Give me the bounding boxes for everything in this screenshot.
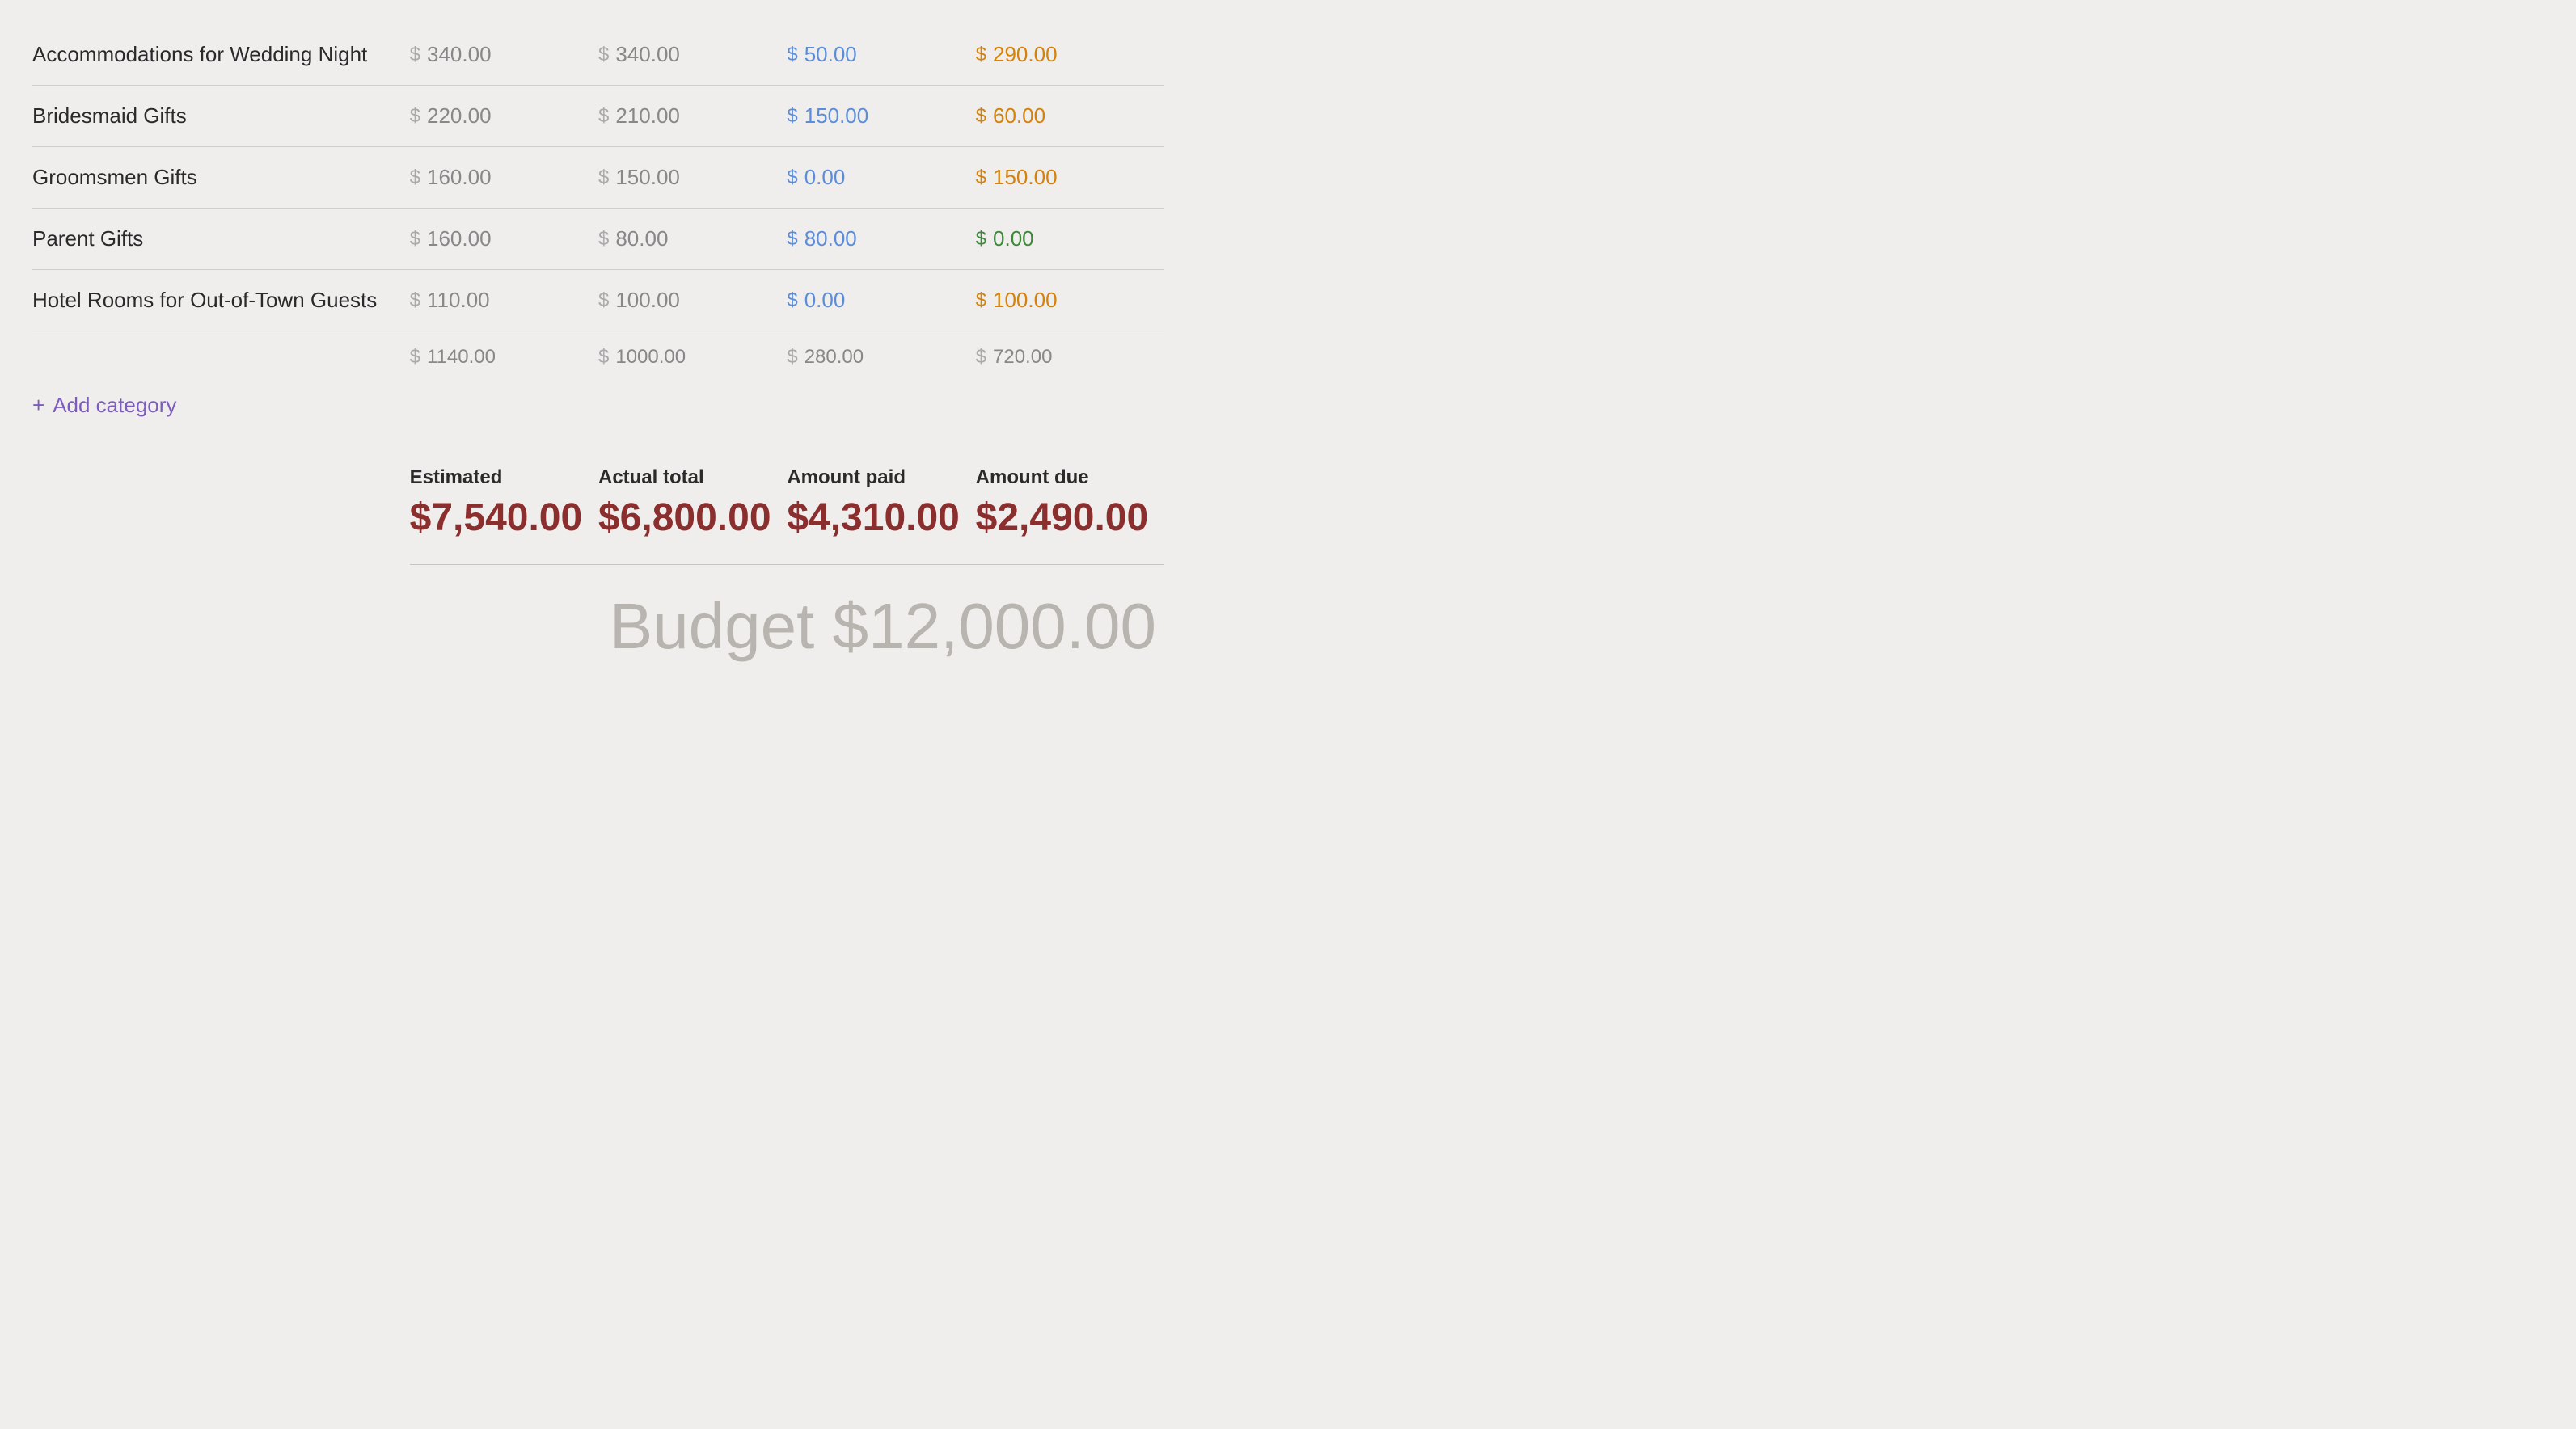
paid-amount: $ 0.00 [787, 165, 975, 190]
dollar-icon: $ [976, 44, 986, 66]
category-name: Groomsmen Gifts [32, 165, 410, 190]
dollar-icon: $ [598, 167, 609, 189]
actual-amount: $ 340.00 [598, 42, 787, 67]
table-row: Hotel Rooms for Out-of-Town Guests $ 110… [32, 270, 1164, 331]
paid-amount: $ 80.00 [787, 226, 975, 251]
actual-amount: $ 100.00 [598, 288, 787, 313]
actual-amount: $ 80.00 [598, 226, 787, 251]
dollar-icon: $ [410, 44, 420, 66]
summary-section: Estimated $7,540.00 Actual total $6,800.… [32, 442, 1164, 556]
due-amount: $ 0.00 [976, 226, 1164, 251]
estimated-amount: $ 340.00 [410, 42, 598, 67]
dollar-icon: $ [598, 44, 609, 66]
actual-amount: $ 150.00 [598, 165, 787, 190]
dollar-icon: $ [598, 105, 609, 128]
estimated-amount: $ 160.00 [410, 226, 598, 251]
table-row: Groomsmen Gifts $ 160.00 $ 150.00 $ 0.00… [32, 147, 1164, 209]
dollar-icon: $ [598, 228, 609, 251]
dollar-icon: $ [410, 167, 420, 189]
dollar-icon: $ [787, 105, 797, 128]
total-actual: $ 1000.00 [598, 346, 787, 369]
summary-divider [410, 564, 1164, 565]
table-row: Parent Gifts $ 160.00 $ 80.00 $ 80.00 $ … [32, 209, 1164, 270]
dollar-icon: $ [976, 289, 986, 312]
paid-amount: $ 0.00 [787, 288, 975, 313]
dollar-icon: $ [787, 289, 797, 312]
summary-due: Amount due $2,490.00 [976, 466, 1164, 540]
dollar-icon: $ [410, 228, 420, 251]
dollar-icon: $ [787, 44, 797, 66]
category-name: Accommodations for Wedding Night [32, 42, 410, 67]
estimated-amount: $ 110.00 [410, 288, 598, 313]
paid-amount: $ 150.00 [787, 103, 975, 129]
dollar-icon: $ [976, 167, 986, 189]
dollar-icon: $ [976, 105, 986, 128]
plus-icon: + [32, 393, 44, 418]
dollar-icon: $ [598, 289, 609, 312]
due-amount: $ 60.00 [976, 103, 1164, 129]
summary-actual: Actual total $6,800.00 [598, 466, 787, 540]
dollar-icon: $ [787, 228, 797, 251]
total-due: $ 720.00 [976, 346, 1164, 369]
dollar-icon: $ [410, 289, 420, 312]
total-estimated: $ 1140.00 [410, 346, 598, 369]
estimated-amount: $ 160.00 [410, 165, 598, 190]
budget-table: Accommodations for Wedding Night $ 340.0… [32, 24, 1164, 680]
add-category-button[interactable]: + Add category [32, 377, 1164, 442]
paid-amount: $ 50.00 [787, 42, 975, 67]
total-paid: $ 280.00 [787, 346, 975, 369]
budget-total-value: Budget $12,000.00 [485, 589, 1164, 664]
table-row: Accommodations for Wedding Night $ 340.0… [32, 24, 1164, 86]
divider-container [32, 556, 1164, 573]
summary-estimated: Estimated $7,540.00 [410, 466, 598, 540]
due-amount: $ 100.00 [976, 288, 1164, 313]
category-name: Bridesmaid Gifts [32, 103, 410, 129]
actual-amount: $ 210.00 [598, 103, 787, 129]
due-amount: $ 150.00 [976, 165, 1164, 190]
due-amount: $ 290.00 [976, 42, 1164, 67]
category-name: Parent Gifts [32, 226, 410, 251]
budget-total-row: Budget $12,000.00 [32, 573, 1164, 680]
table-row: Bridesmaid Gifts $ 220.00 $ 210.00 $ 150… [32, 86, 1164, 147]
category-name: Hotel Rooms for Out-of-Town Guests [32, 288, 410, 313]
dollar-icon: $ [410, 105, 420, 128]
estimated-amount: $ 220.00 [410, 103, 598, 129]
summary-paid: Amount paid $4,310.00 [787, 466, 975, 540]
dollar-icon: $ [787, 167, 797, 189]
dollar-icon: $ [976, 228, 986, 251]
totals-row: $ 1140.00 $ 1000.00 $ 280.00 $ 720.00 [32, 331, 1164, 377]
